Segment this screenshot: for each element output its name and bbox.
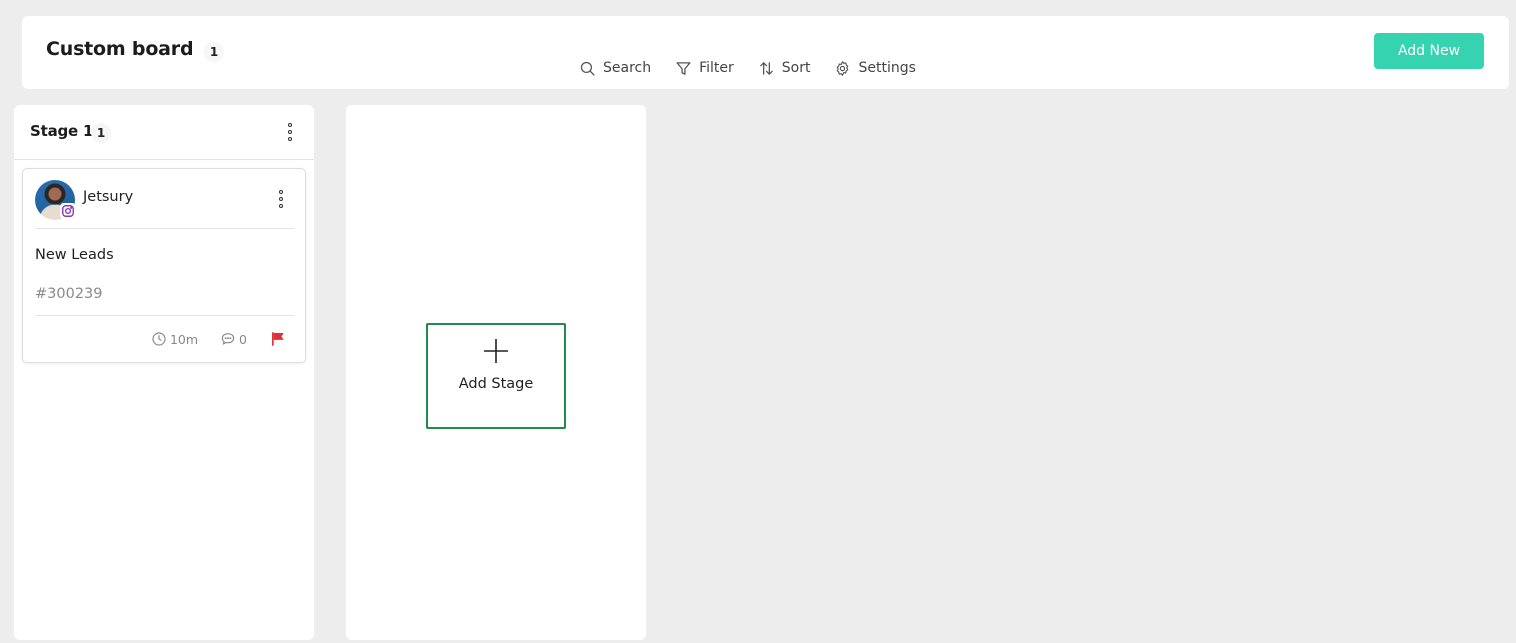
lead-card[interactable]: Jetsury New Leads #300239 10m 0 [22, 168, 306, 363]
sort-icon [759, 61, 773, 75]
card-id: #300239 [35, 286, 103, 302]
priority-flag[interactable] [269, 330, 287, 348]
add-new-button[interactable]: Add New [1374, 33, 1484, 69]
stage-title: Stage 1 [30, 122, 94, 140]
board-count-badge: 1 [204, 42, 224, 62]
stage-count-badge: 1 [91, 123, 111, 143]
stage-header: Stage 1 1 [14, 105, 314, 160]
sort-label: Sort [781, 60, 811, 76]
clock-icon [152, 332, 166, 346]
search-icon [580, 61, 595, 76]
add-stage-column: Add Stage [346, 105, 646, 640]
flag-icon [272, 332, 284, 346]
search-button[interactable]: Search [579, 60, 651, 77]
add-stage-label: Add Stage [458, 376, 534, 392]
card-footer: 10m 0 [129, 330, 287, 348]
add-stage-button[interactable]: Add Stage [426, 323, 566, 429]
time-value: 10m [169, 331, 199, 347]
toolbar: Search Filter Sort Settings [579, 58, 940, 78]
filter-button[interactable]: Filter [675, 60, 734, 77]
settings-label: Settings [858, 60, 916, 76]
instagram-icon [60, 203, 76, 219]
filter-icon [676, 61, 691, 75]
sort-button[interactable]: Sort [758, 60, 811, 77]
filter-label: Filter [699, 60, 734, 76]
settings-button[interactable]: Settings [834, 60, 916, 77]
board-header: Custom board 1 Search Filter Sort Settin… [22, 16, 1509, 89]
page-title: Custom board [46, 38, 194, 60]
comments-meta[interactable]: 0 [220, 331, 247, 347]
stage-menu-icon[interactable] [285, 123, 295, 141]
card-stage-name: New Leads [35, 247, 114, 263]
card-divider [35, 228, 294, 229]
plus-icon [484, 339, 508, 363]
time-meta: 10m [151, 331, 198, 347]
card-menu-icon[interactable] [276, 190, 286, 208]
card-divider [35, 315, 294, 316]
search-label: Search [603, 60, 652, 76]
contact-name: Jetsury [83, 189, 134, 205]
comment-icon [221, 333, 235, 345]
comments-count: 0 [239, 331, 247, 347]
stage-column: Stage 1 1 Jetsury New Leads #300239 10m … [14, 105, 314, 640]
gear-icon [837, 60, 849, 76]
